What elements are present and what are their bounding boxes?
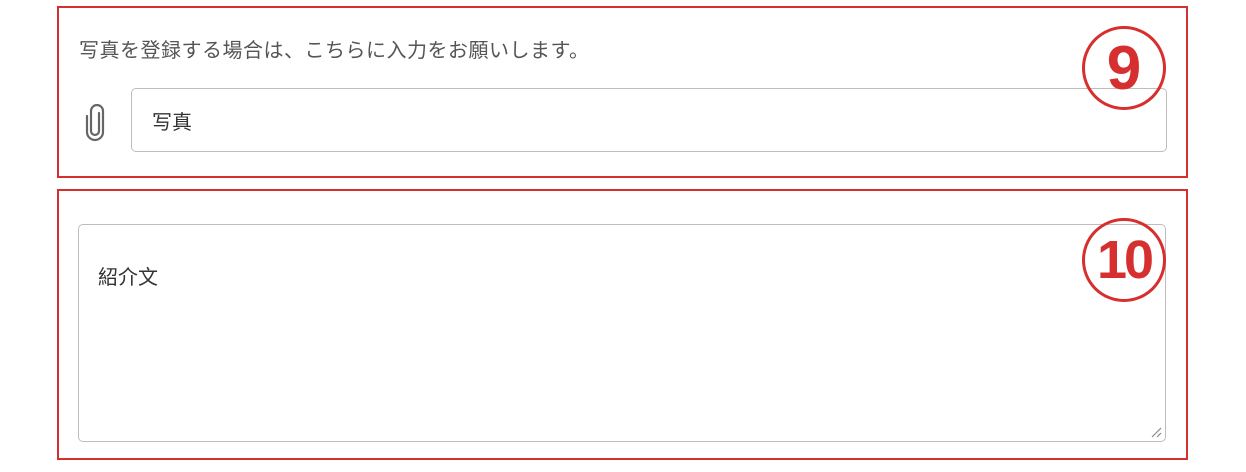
photo-file-input[interactable]: 写真 — [131, 88, 1167, 152]
annotation-badge-10: 10 — [1082, 218, 1166, 302]
introduction-textarea[interactable]: 紹介文 — [78, 224, 1166, 442]
photo-upload-section: 写真を登録する場合は、こちらに入力をお願いします。 写真 9 — [57, 6, 1188, 178]
introduction-section: 紹介文 10 — [57, 189, 1188, 460]
photo-helper-text: 写真を登録する場合は、こちらに入力をお願いします。 — [79, 38, 590, 62]
photo-file-placeholder: 写真 — [152, 109, 192, 134]
annotation-badge-9: 9 — [1082, 26, 1166, 110]
introduction-placeholder: 紹介文 — [98, 265, 158, 289]
resize-handle-icon[interactable] — [1150, 426, 1162, 438]
paperclip-icon[interactable] — [83, 104, 107, 142]
